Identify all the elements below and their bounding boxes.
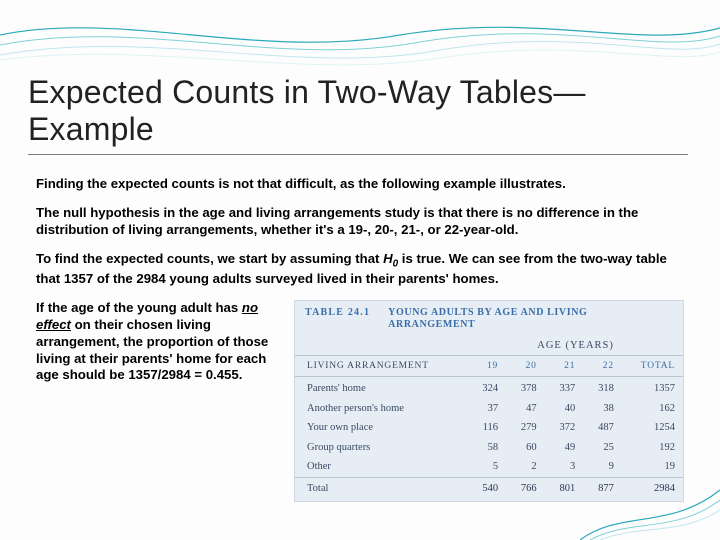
- row-name: Another person's home: [295, 399, 467, 418]
- cell: 192: [622, 438, 683, 457]
- cell: 2984: [622, 477, 683, 501]
- cell: 37: [467, 399, 506, 418]
- paragraph-1: Finding the expected counts is not that …: [36, 176, 684, 193]
- cell: 487: [583, 418, 622, 437]
- paragraph-4: If the age of the young adult has no eff…: [36, 300, 276, 384]
- table-title: YOUNG ADULTS BY AGE AND LIVING ARRANGEME…: [388, 307, 673, 332]
- cell: 19: [622, 457, 683, 477]
- paragraph-3: To find the expected counts, we start by…: [36, 251, 684, 288]
- cell: 40: [545, 399, 584, 418]
- cell: 378: [506, 377, 545, 399]
- table-total-row: Total5407668018772984: [295, 477, 683, 501]
- row-name: Other: [295, 457, 467, 477]
- cell: 337: [545, 377, 584, 399]
- row-name: Group quarters: [295, 438, 467, 457]
- table-row: Group quarters58604925192: [295, 438, 683, 457]
- cell: 58: [467, 438, 506, 457]
- cell: 324: [467, 377, 506, 399]
- cell: 9: [583, 457, 622, 477]
- cell: 47: [506, 399, 545, 418]
- table-label: TABLE 24.1: [305, 307, 370, 332]
- col-19: 19: [467, 356, 506, 377]
- cell: 60: [506, 438, 545, 457]
- col-22: 22: [583, 356, 622, 377]
- col-21: 21: [545, 356, 584, 377]
- title-underline: [28, 154, 688, 155]
- cell: 318: [583, 377, 622, 399]
- cell: 766: [506, 477, 545, 501]
- data-table: TABLE 24.1 YOUNG ADULTS BY AGE AND LIVIN…: [294, 300, 684, 502]
- cell: 801: [545, 477, 584, 501]
- cell: 5: [467, 457, 506, 477]
- cell: 38: [583, 399, 622, 418]
- table-row: Another person's home37474038162: [295, 399, 683, 418]
- cell: 1357: [622, 377, 683, 399]
- cell: 162: [622, 399, 683, 418]
- cell: 279: [506, 418, 545, 437]
- cell: 540: [467, 477, 506, 501]
- table-row: Parents' home3243783373181357: [295, 377, 683, 399]
- cell: 1254: [622, 418, 683, 437]
- table-row: Your own place1162793724871254: [295, 418, 683, 437]
- col-rowhdr: LIVING ARRANGEMENT: [295, 356, 467, 377]
- table-row: Other523919: [295, 457, 683, 477]
- row-name: Parents' home: [295, 377, 467, 399]
- row-name: Your own place: [295, 418, 467, 437]
- cell: 3: [545, 457, 584, 477]
- cell: 49: [545, 438, 584, 457]
- cell: 372: [545, 418, 584, 437]
- cell: 877: [583, 477, 622, 501]
- age-super-header: AGE (YEARS): [467, 336, 621, 356]
- cell: 2: [506, 457, 545, 477]
- col-20: 20: [506, 356, 545, 377]
- cell: 25: [583, 438, 622, 457]
- slide-title: Expected Counts in Two-Way Tables—Exampl…: [28, 74, 692, 148]
- row-name: Total: [295, 477, 467, 501]
- col-total: TOTAL: [622, 356, 683, 377]
- paragraph-2: The null hypothesis in the age and livin…: [36, 205, 684, 239]
- top-wave-decoration: [0, 0, 720, 80]
- cell: 116: [467, 418, 506, 437]
